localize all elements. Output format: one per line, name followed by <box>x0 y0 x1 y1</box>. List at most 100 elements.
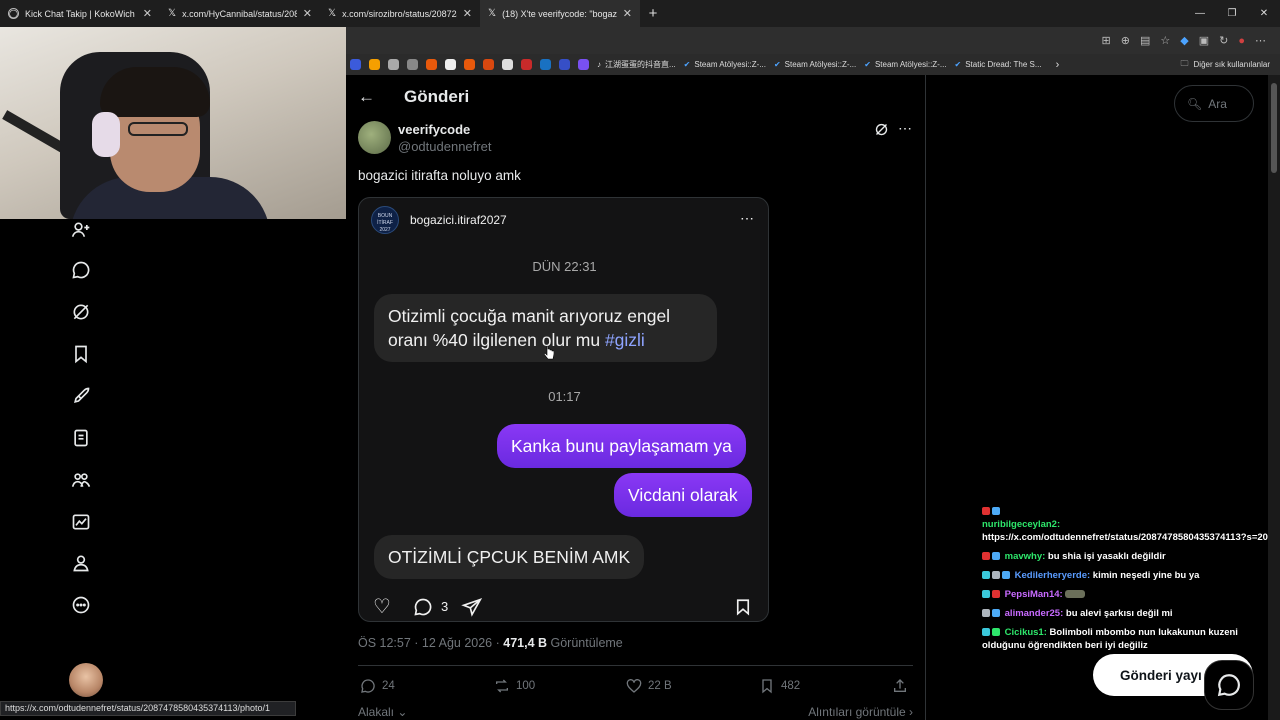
x-logo-icon: 𝕏 <box>488 8 497 19</box>
split-screen-icon[interactable]: ⊞ <box>1102 34 1111 47</box>
reply-button[interactable]: 24 <box>360 678 395 694</box>
instagram-actions: ♡ 3 <box>373 596 758 620</box>
like-button[interactable]: 22 B <box>626 678 672 694</box>
bookmarks-icon[interactable] <box>70 343 92 365</box>
message-timestamp: 01:17 <box>548 389 581 404</box>
account-logo: BOUN İTİRAF 2027 <box>371 206 399 234</box>
tab-title: x.com/HyCannibal/status/2087181 <box>182 8 297 19</box>
bookmarks-overflow-icon[interactable]: › <box>1056 59 1060 71</box>
tab-veerifycode[interactable]: 𝕏 (18) X'te veerifycode: "bogazici itira… <box>480 0 640 27</box>
bookmark-favicon-icon[interactable] <box>369 59 380 70</box>
extension-icon[interactable]: ◆ <box>1180 34 1188 47</box>
share-button[interactable] <box>892 678 908 694</box>
bookmark-icon <box>762 679 772 694</box>
chat-username: PepsiMan14: <box>1004 589 1063 600</box>
emote-icon <box>1065 590 1086 599</box>
zoom-icon[interactable]: ⊕ <box>1121 34 1130 47</box>
refresh-icon[interactable]: ↻ <box>1219 34 1228 47</box>
profile-avatar-icon[interactable]: ● <box>1238 35 1245 47</box>
favorite-star-icon[interactable]: ☆ <box>1160 34 1170 47</box>
repost-button[interactable]: 100 <box>494 678 535 694</box>
sort-dropdown[interactable]: Alakalı ⌄ <box>358 705 407 719</box>
bookmark-item[interactable]: ✔ Steam Atölyesi::Z-... <box>684 60 766 69</box>
search-input[interactable]: 🔍︎ Ara <box>1174 85 1254 122</box>
close-tab-icon[interactable]: ✕ <box>303 7 312 20</box>
badge-icon <box>992 552 1000 561</box>
close-tab-icon[interactable]: ✕ <box>143 7 152 20</box>
post-meta: ÖS 12:57 · 12 Ağu 2026 · 471,4 B Görüntü… <box>358 636 623 650</box>
badge-icon <box>1002 571 1010 580</box>
chat-message: mavwhy: bu shia işi yasaklı değildir <box>982 550 1272 563</box>
more-options-icon[interactable]: ⋯ <box>898 120 913 137</box>
minimize-button[interactable]: — <box>1184 0 1216 27</box>
like-icon <box>626 679 642 693</box>
monetization-icon[interactable] <box>70 511 92 533</box>
reader-icon[interactable]: ▤ <box>1140 34 1150 47</box>
badge-icon <box>992 571 1000 580</box>
account-avatar[interactable] <box>69 663 103 697</box>
menu-dots-icon[interactable]: ⋯ <box>1255 34 1266 47</box>
messages-icon[interactable] <box>70 259 92 281</box>
tab-sirozibro[interactable]: 𝕏 x.com/sirozibro/status/2087240144 ✕ <box>320 0 480 27</box>
close-window-button[interactable]: ✕ <box>1248 0 1280 27</box>
bookmark-item[interactable]: ✔ Steam Atölyesi::Z-... <box>774 60 856 69</box>
restore-button[interactable]: ❐ <box>1216 0 1248 27</box>
new-tab-button[interactable]: + <box>640 5 666 22</box>
profile-icon[interactable] <box>70 552 92 574</box>
scrollbar-thumb[interactable] <box>1271 83 1277 173</box>
bookmark-favicon-icon[interactable] <box>578 59 589 70</box>
back-arrow-icon[interactable]: ← <box>358 87 375 107</box>
communities-icon[interactable] <box>70 469 92 491</box>
bookmark-item[interactable]: ♪ 江湖蛋蛋的抖音直... <box>597 59 676 70</box>
badge-icon <box>982 552 990 561</box>
hashtag: #gizli <box>604 330 645 350</box>
post-image[interactable]: BOUN İTİRAF 2027 bogazici.itiraf2027 ⋯ D… <box>358 197 769 622</box>
heart-icon: ♡ <box>373 596 391 618</box>
lists-icon[interactable] <box>70 427 92 449</box>
close-tab-icon[interactable]: ✕ <box>463 7 472 20</box>
chat-username: Kedilerheryerde: <box>1014 570 1091 581</box>
grok-icon[interactable] <box>874 122 889 142</box>
chat-username: mavwhy: <box>1004 551 1046 562</box>
other-bookmarks[interactable]: 🗀 Diğer sık kullanılanlar <box>1181 58 1280 72</box>
view-quotes-link[interactable]: Alıntıları görüntüle › <box>808 705 913 719</box>
bookmark-favicon-icon[interactable] <box>464 59 475 70</box>
bookmark-favicon-icon[interactable] <box>483 59 494 70</box>
badge-icon <box>982 507 990 516</box>
folder-icon: 🗀 <box>1180 58 1189 68</box>
bookmark-favicon-icon[interactable] <box>559 59 570 70</box>
bookmark-favicon-icon[interactable] <box>502 59 513 70</box>
follow-icon[interactable] <box>70 219 92 241</box>
webcam-overlay <box>0 27 346 219</box>
collections-icon[interactable]: ▣ <box>1199 34 1209 47</box>
grok-icon[interactable] <box>70 301 92 323</box>
author-name[interactable]: veerifycode <box>398 122 470 137</box>
rocket-icon[interactable] <box>70 385 92 407</box>
author-handle[interactable]: @odtudennefret <box>398 139 491 154</box>
bookmark-favicon-icon[interactable] <box>540 59 551 70</box>
bookmark-favicon-icon[interactable] <box>407 59 418 70</box>
bookmark-favicon-icon[interactable] <box>445 59 456 70</box>
tiktok-icon: ♪ <box>597 60 601 69</box>
chat-username: nuribilgeceylan2: <box>982 519 1061 530</box>
bookmark-item[interactable]: ✔ Steam Atölyesi::Z-... <box>864 60 946 69</box>
bookmark-button[interactable]: 482 <box>759 678 800 694</box>
bookmark-favicon-icon[interactable] <box>350 59 361 70</box>
messages-drawer-button[interactable] <box>1204 660 1254 710</box>
instagram-account-name: bogazici.itiraf2027 <box>410 213 507 227</box>
engagement-bar: 24 100 22 B 482 <box>358 678 918 698</box>
tab-kick-chat[interactable]: ◯ Kick Chat Takip | KokoWich ✕ <box>0 0 160 27</box>
more-icon[interactable] <box>70 594 92 616</box>
bookmark-favicon-icon[interactable] <box>521 59 532 70</box>
chat-text: bu shia işi yasaklı değildir <box>1045 551 1166 562</box>
author-avatar[interactable] <box>358 121 391 154</box>
share-icon <box>894 679 906 692</box>
badge-icon <box>992 507 1000 516</box>
tab-hycannibal[interactable]: 𝕏 x.com/HyCannibal/status/2087181 ✕ <box>160 0 320 27</box>
bookmark-item[interactable]: ✔ Static Dread: The S... <box>955 60 1042 69</box>
close-tab-icon[interactable]: ✕ <box>623 7 632 20</box>
bookmark-favicon-icon[interactable] <box>388 59 399 70</box>
window-controls: — ❐ ✕ <box>1184 0 1280 27</box>
post-timestamp[interactable]: ÖS 12:57 · 12 Ağu 2026 · <box>358 636 503 650</box>
bookmark-favicon-icon[interactable] <box>426 59 437 70</box>
